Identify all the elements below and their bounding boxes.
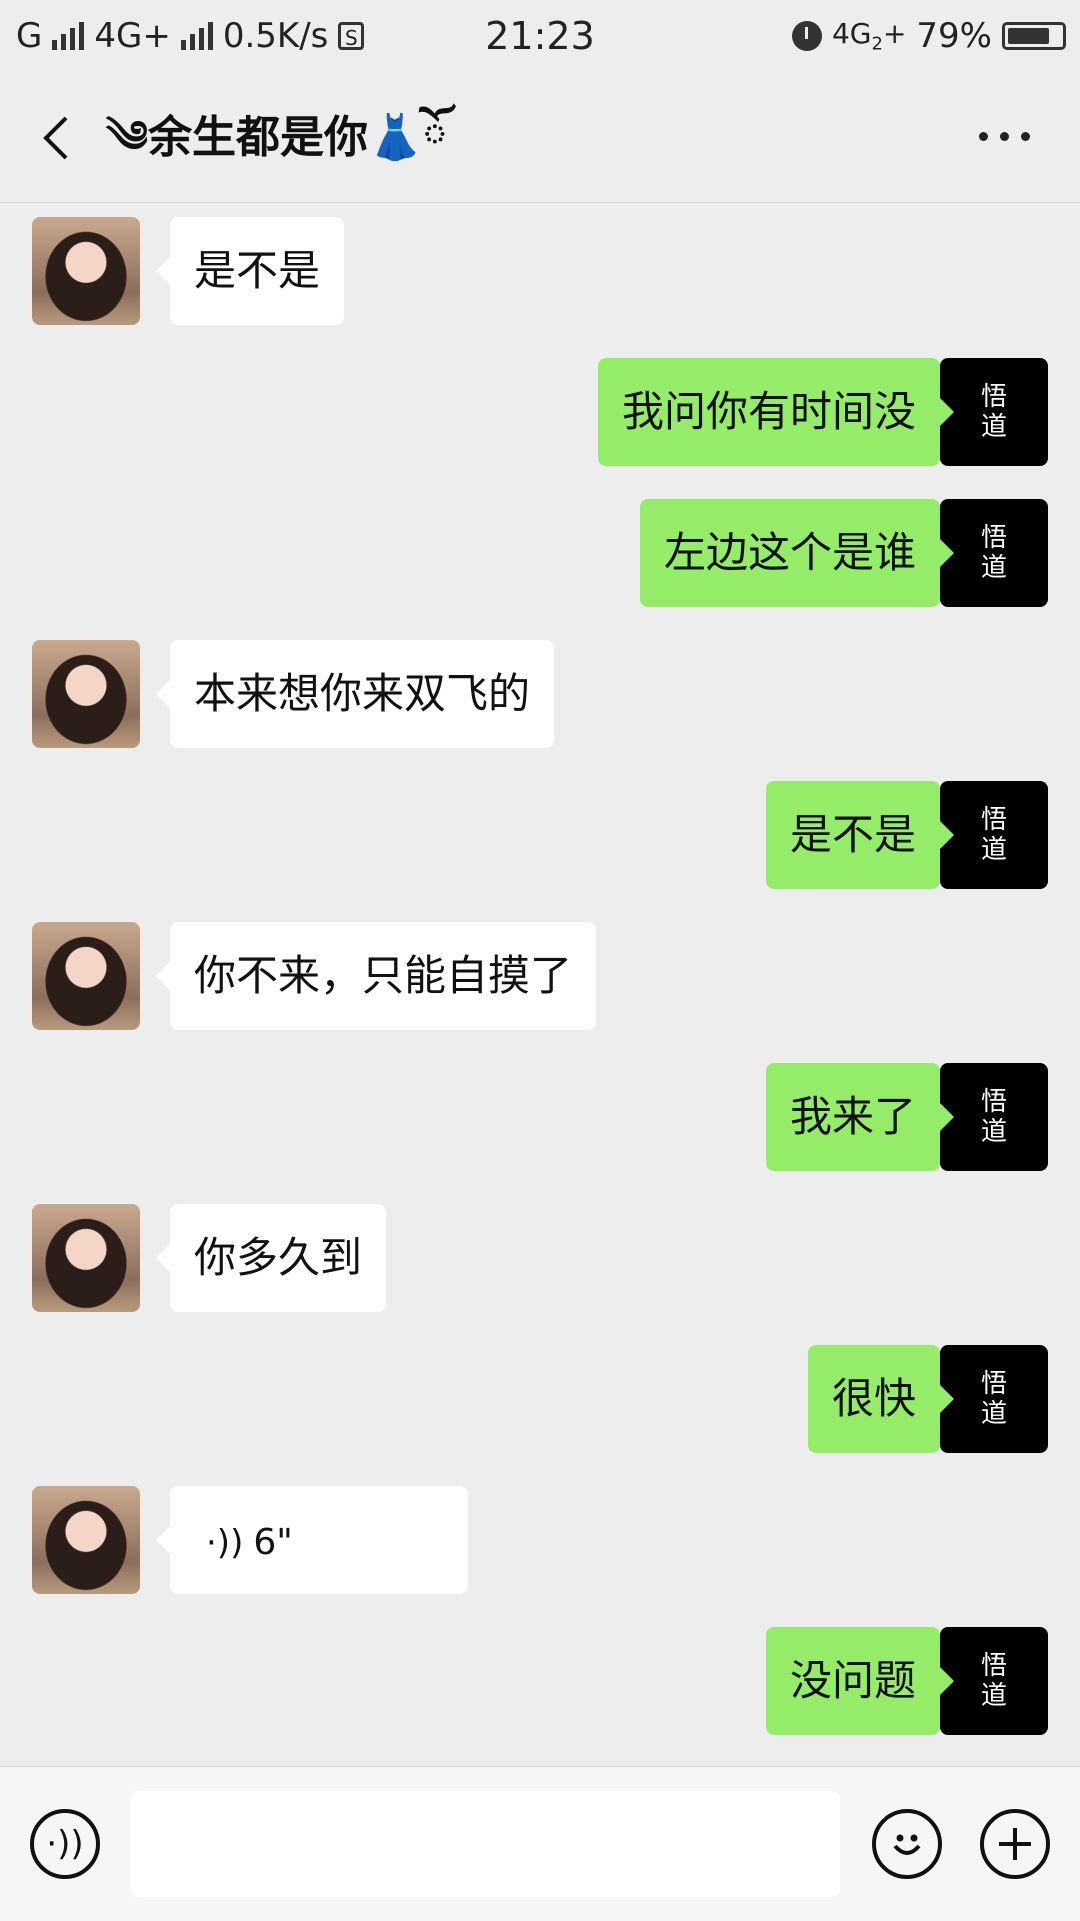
contact-avatar[interactable] [32,1486,140,1594]
message-row: 悟道 我问你有时间没 [0,358,1080,466]
voice-icon[interactable]: ·)) [30,1809,100,1879]
my-avatar[interactable]: 悟道 [940,499,1048,607]
contact-avatar[interactable] [32,640,140,748]
my-avatar[interactable]: 悟道 [940,1063,1048,1171]
contact-avatar[interactable] [32,922,140,1030]
my-avatar[interactable]: 悟道 [940,358,1048,466]
plus-icon[interactable] [980,1809,1050,1879]
voice-duration: 6" [253,1522,293,1563]
message-row: 悟道 很快 [0,1345,1080,1453]
message-bubble[interactable]: 左边这个是谁 [639,499,955,607]
message-row: 悟道 左边这个是谁 [0,499,1080,607]
voice-message-bubble[interactable]: ·)) 6" [156,1486,468,1594]
chat-list[interactable]: 是不是 悟道 我问你有时间没 悟道 左边这个是谁 本来想你来双飞的 悟道 是不是… [0,203,1080,1765]
message-bubble[interactable]: 你不来，只能自摸了 [155,922,597,1030]
message-input[interactable] [130,1791,840,1897]
message-bubble[interactable]: 本来想你来双飞的 [155,640,555,748]
message-row: 你不来，只能自摸了 [0,922,1080,1030]
message-bubble[interactable]: 是不是 [765,781,955,889]
nav-bar: ༄余生都是你👗ོ [0,76,1080,203]
voice-wave-icon: ·)) [206,1522,244,1563]
battery-icon [1002,22,1066,50]
contact-avatar[interactable] [32,217,140,325]
input-bar: ·)) [0,1766,1080,1921]
message-bubble[interactable]: 没问题 [765,1627,955,1735]
status-bar: G 4G+ 0.5K/s S 21:23 4G2+ 79% [0,0,1080,76]
message-row: 你多久到 [0,1204,1080,1312]
status-right: 4G2+ 79% [791,16,1066,56]
message-bubble[interactable]: 你多久到 [155,1204,387,1312]
message-bubble[interactable]: 我来了 [765,1063,955,1171]
my-avatar[interactable]: 悟道 [940,781,1048,889]
message-bubble[interactable]: 我问你有时间没 [597,358,955,466]
message-bubble[interactable]: 很快 [807,1345,955,1453]
message-row: 悟道 没问题 [0,1627,1080,1735]
network-type-3: 4G2+ [831,17,907,55]
message-row: 悟道 我来了 [0,1063,1080,1171]
message-row: 悟道 是不是 [0,781,1080,889]
more-dots-icon[interactable] [979,132,1030,141]
message-bubble[interactable]: 是不是 [155,217,345,325]
battery-percent: 79% [916,16,992,56]
my-avatar[interactable]: 悟道 [940,1345,1048,1453]
chat-title: ༄余生都是你👗ོ [106,112,448,163]
my-avatar[interactable]: 悟道 [940,1627,1048,1735]
alarm-icon [791,21,822,51]
contact-avatar[interactable] [32,1204,140,1312]
message-row: 本来想你来双飞的 [0,640,1080,748]
emoji-icon[interactable] [872,1809,942,1879]
message-row: 是不是 [0,217,1080,325]
chevron-left-icon[interactable] [36,114,76,162]
message-row: ·)) 6" [0,1486,1080,1594]
